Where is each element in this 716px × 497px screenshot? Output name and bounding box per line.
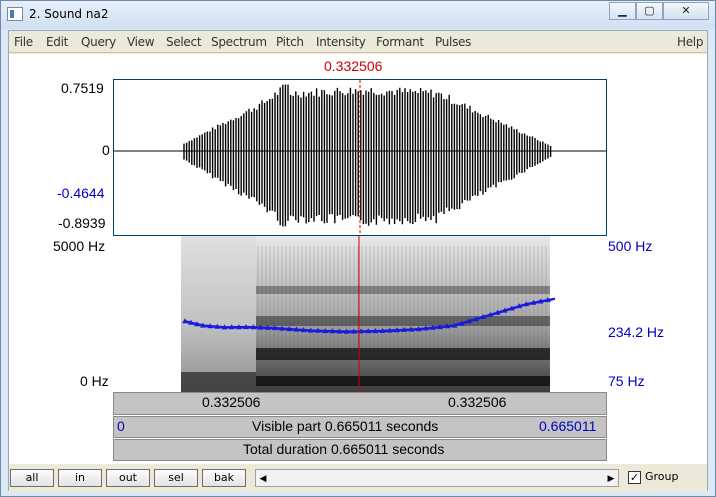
spectrogram-max-freq-label: 5000 Hz <box>53 238 106 254</box>
waveform-plot <box>114 80 606 235</box>
pitch-cursor-label: 234.2 Hz <box>608 324 665 340</box>
spectrogram-formant-band <box>256 348 550 360</box>
bottom-toolbar: all in out sel bak ◀ ▶ ✓ Group <box>9 464 707 492</box>
visible-part-bar[interactable]: 0 Visible part 0.665011 seconds 0.665011 <box>113 416 607 438</box>
total-duration-bar[interactable]: Total duration 0.665011 seconds <box>113 439 607 461</box>
spectrogram-formant-band <box>256 316 550 326</box>
cursor-time-label: 0.332506 <box>324 58 383 74</box>
menu-edit[interactable]: Edit <box>46 35 68 49</box>
menu-pulses[interactable]: Pulses <box>435 35 471 49</box>
window-title: 2. Sound na2 <box>29 7 109 21</box>
spectrogram-formant-band <box>256 376 550 386</box>
wave-cursor-value-label: -0.4644 <box>57 185 105 201</box>
menu-help[interactable]: Help <box>677 35 703 49</box>
time-scrollbar[interactable]: ◀ ▶ <box>255 469 619 487</box>
group-toggle[interactable]: ✓ Group <box>628 470 679 484</box>
visible-end-value: 0.665011 <box>539 418 597 434</box>
editor-client: File Edit Query View Select Spectrum Pit… <box>8 30 708 492</box>
pitch-min-label: 75 Hz <box>608 373 645 389</box>
waveform-panel[interactable] <box>113 79 607 236</box>
title-bar[interactable]: 2. Sound na2 ▁ ▢ ✕ <box>1 1 715 29</box>
group-checkbox[interactable]: ✓ <box>628 470 641 484</box>
sound-window-icon <box>7 7 23 21</box>
menu-file[interactable]: File <box>14 35 33 49</box>
spectrogram-nasal-region <box>181 236 256 392</box>
time-selection-bar[interactable]: 0.332506 0.332506 <box>113 392 607 415</box>
visible-start-value: 0 <box>117 418 125 434</box>
menu-formant[interactable]: Formant <box>376 35 424 49</box>
spectrogram-formant-band <box>256 286 550 294</box>
menu-select[interactable]: Select <box>166 35 202 49</box>
menu-query[interactable]: Query <box>81 35 116 49</box>
maximize-button[interactable]: ▢ <box>636 2 663 20</box>
sound-editor-canvas[interactable]: 0.332506 0.7519 0 -0.4644 -0.8939 5000 H… <box>9 54 707 464</box>
app-window: 2. Sound na2 ▁ ▢ ✕ File Edit Query View … <box>0 0 716 497</box>
scroll-left-arrow-icon[interactable]: ◀ <box>256 470 270 486</box>
pitch-max-label: 500 Hz <box>608 238 653 254</box>
time-bar-left-value: 0.332506 <box>202 394 261 410</box>
zoom-back-button[interactable]: bak <box>202 469 246 487</box>
spectrogram-plot <box>181 236 556 392</box>
menu-intensity[interactable]: Intensity <box>316 35 366 49</box>
wave-max-label: 0.7519 <box>61 80 104 96</box>
time-bar-right-value: 0.332506 <box>448 394 507 410</box>
close-button[interactable]: ✕ <box>663 2 709 20</box>
scroll-right-arrow-icon[interactable]: ▶ <box>604 470 618 486</box>
zoom-selection-button[interactable]: sel <box>154 469 198 487</box>
total-duration-label: Total duration 0.665011 seconds <box>243 441 445 457</box>
visible-part-label: Visible part 0.665011 seconds <box>252 418 439 434</box>
spectrogram-panel[interactable] <box>113 236 607 392</box>
group-label: Group <box>645 470 679 483</box>
menu-pitch[interactable]: Pitch <box>276 35 304 49</box>
wave-zero-label: 0 <box>102 142 110 158</box>
menu-view[interactable]: View <box>127 35 155 49</box>
zoom-out-button[interactable]: out <box>106 469 150 487</box>
zoom-in-button[interactable]: in <box>58 469 102 487</box>
spectrogram-min-freq-label: 0 Hz <box>80 373 109 389</box>
spectrogram-low-band <box>181 372 256 392</box>
zoom-all-button[interactable]: all <box>10 469 54 487</box>
waveform-signal <box>183 84 552 227</box>
menu-bar: File Edit Query View Select Spectrum Pit… <box>9 31 707 53</box>
minimize-button[interactable]: ▁ <box>609 2 636 20</box>
wave-min-label: -0.8939 <box>58 215 106 231</box>
menu-spectrum[interactable]: Spectrum <box>211 35 267 49</box>
window-controls: ▁ ▢ ✕ <box>609 2 709 20</box>
